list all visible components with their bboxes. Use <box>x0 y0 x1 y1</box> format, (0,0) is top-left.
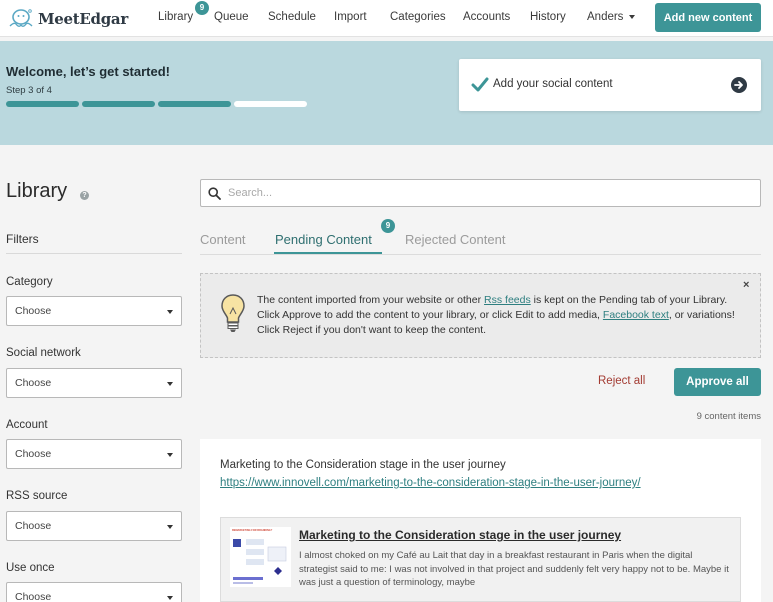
preview-thumbnail <box>230 527 291 587</box>
tab-rejected-content[interactable]: Rejected Content <box>405 232 505 247</box>
tab-pending-content[interactable]: Pending Content <box>275 232 372 247</box>
preview-title[interactable]: Marketing to the Consideration stage in … <box>299 528 621 542</box>
filters-heading: Filters <box>6 232 39 246</box>
filter-account-select[interactable]: Choose <box>6 439 182 469</box>
nav-history[interactable]: History <box>530 11 566 23</box>
content-url-link[interactable]: https://www.innovell.com/marketing-to-th… <box>220 475 650 491</box>
progress-segment-1 <box>6 101 79 107</box>
progress-segment-2 <box>82 101 155 107</box>
nav-library[interactable]: Library <box>158 11 193 23</box>
onboarding-task-label: Add your social content <box>493 78 613 90</box>
user-name: Anders <box>587 11 624 23</box>
notice-text: The content imported from your website o… <box>257 294 735 336</box>
active-tab-indicator <box>274 252 382 254</box>
library-count-badge: 9 <box>195 1 209 15</box>
filter-category-label: Category <box>6 276 53 288</box>
onboarding-title: Welcome, let’s get started! <box>6 64 170 79</box>
user-menu[interactable]: Anders <box>587 11 636 23</box>
chevron-down-icon <box>167 596 173 600</box>
filter-rss-source-label: RSS source <box>6 490 68 502</box>
add-new-content-button[interactable]: Add new content <box>655 3 761 32</box>
filter-use-once-label: Use once <box>6 562 55 574</box>
filter-account-label: Account <box>6 419 48 431</box>
filters-divider <box>6 253 182 254</box>
search-icon <box>208 187 221 200</box>
select-value: Choose <box>15 305 52 317</box>
close-icon[interactable]: × <box>743 279 749 291</box>
chevron-down-icon <box>167 382 173 386</box>
select-value: Choose <box>15 591 52 602</box>
search-box[interactable] <box>200 179 761 207</box>
chevron-down-icon <box>629 14 636 19</box>
arrow-right-circle-icon[interactable] <box>731 77 747 93</box>
meetedgar-logo[interactable]: MeetEdgar <box>6 5 128 33</box>
preview-description: I almost choked on my Café au Lait that … <box>299 550 729 588</box>
chevron-down-icon <box>167 453 173 457</box>
tab-content[interactable]: Content <box>200 232 246 247</box>
select-value: Choose <box>15 520 52 532</box>
filter-rss-source-select[interactable]: Choose <box>6 511 182 541</box>
reject-all-button[interactable]: Reject all <box>598 375 645 387</box>
facebook-text-link[interactable]: Facebook text <box>603 309 669 321</box>
select-value: Choose <box>15 377 52 389</box>
onboarding-banner: Welcome, let’s get started! Step 3 of 4 … <box>0 41 773 145</box>
link-preview[interactable]: REMARKETING FOR BRANDING? Marketing to t… <box>220 517 741 602</box>
progress-segment-3 <box>158 101 231 107</box>
content-title: Marketing to the Consideration stage in … <box>220 459 506 471</box>
search-input[interactable] <box>228 184 748 202</box>
nav-import[interactable]: Import <box>334 11 367 23</box>
octopus-logo-icon <box>9 9 33 27</box>
onboarding-step: Step 3 of 4 <box>6 85 52 96</box>
nav-categories[interactable]: Categories <box>390 11 446 23</box>
chevron-down-icon <box>167 310 173 314</box>
app-name: MeetEdgar <box>38 10 128 28</box>
tabs-divider <box>200 254 761 255</box>
content-count: 9 content items <box>696 411 761 422</box>
thumbnail-caption: REMARKETING FOR BRANDING? <box>232 529 273 532</box>
page-title: Library <box>6 180 68 202</box>
top-nav: MeetEdgar Library 9 Queue Schedule Impor… <box>0 0 773 37</box>
select-value: Choose <box>15 448 52 460</box>
nav-accounts[interactable]: Accounts <box>463 11 510 23</box>
pending-content-card[interactable]: Marketing to the Consideration stage in … <box>200 439 761 602</box>
nav-schedule[interactable]: Schedule <box>268 11 316 23</box>
help-icon[interactable]: ? <box>80 191 89 200</box>
filter-use-once-select[interactable]: Choose <box>6 582 182 602</box>
filter-social-network-label: Social network <box>6 347 81 359</box>
approve-all-button[interactable]: Approve all <box>674 368 761 396</box>
progress-segment-4 <box>234 101 307 107</box>
lightbulb-icon <box>221 294 245 332</box>
filter-category-select[interactable]: Choose <box>6 296 182 326</box>
chevron-down-icon <box>167 525 173 529</box>
rss-feeds-link[interactable]: Rss feeds <box>484 294 531 306</box>
info-notice: The content imported from your website o… <box>200 273 761 358</box>
nav-queue[interactable]: Queue <box>214 11 249 23</box>
filter-social-network-select[interactable]: Choose <box>6 368 182 398</box>
onboarding-task-card[interactable]: Add your social content <box>459 59 761 111</box>
pending-count-badge: 9 <box>381 219 395 233</box>
checkmark-icon <box>471 77 489 92</box>
